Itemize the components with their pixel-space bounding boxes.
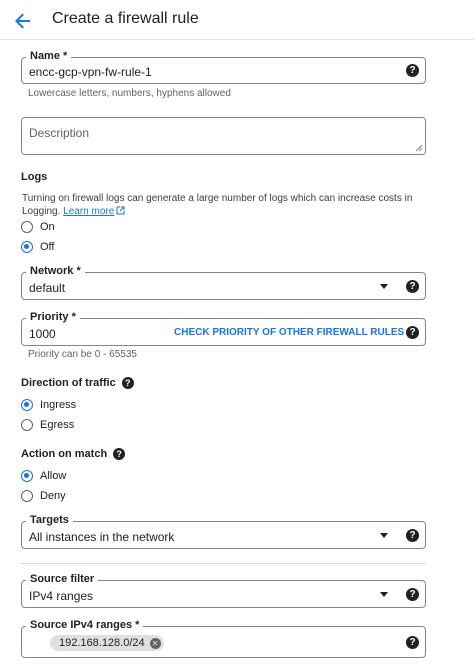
- radio-button-checked[interactable]: [21, 399, 33, 411]
- source-ranges-field[interactable]: Source IPv4 ranges * 192.168.128.0/24 ✕ …: [21, 618, 426, 658]
- name-hint: Lowercase letters, numbers, hyphens allo…: [28, 88, 231, 99]
- check-priority-button[interactable]: CHECK PRIORITY OF OTHER FIREWALL RULES: [174, 327, 404, 338]
- network-select-label: Network *: [26, 264, 85, 278]
- name-field-label: Name *: [26, 49, 72, 63]
- source-filter-label: Source filter: [26, 572, 99, 586]
- dropdown-arrow-icon[interactable]: [380, 592, 388, 597]
- help-circle-icon[interactable]: ?: [121, 377, 134, 390]
- help-circle-icon[interactable]: ?: [406, 588, 419, 601]
- page-title: Create a firewall rule: [52, 10, 199, 27]
- learn-more-link[interactable]: Learn more: [63, 206, 114, 217]
- name-field[interactable]: Name * encc-gcp-vpn-fw-rule-1 ?: [21, 49, 426, 84]
- ingress-radio[interactable]: Ingress: [21, 398, 76, 412]
- help-circle-icon[interactable]: ?: [113, 448, 126, 461]
- logs-heading: Logs: [21, 171, 48, 183]
- egress-label: Egress: [40, 419, 75, 431]
- deny-label: Deny: [40, 490, 66, 502]
- back-button[interactable]: [12, 10, 34, 32]
- logs-on-radio[interactable]: On: [21, 220, 55, 234]
- radio-button[interactable]: [21, 490, 33, 502]
- cancel-icon[interactable]: ✕: [149, 637, 161, 649]
- description-placeholder: Description: [29, 126, 90, 140]
- radio-button-checked[interactable]: [21, 470, 33, 482]
- arrow-back-icon: [15, 13, 30, 29]
- egress-radio[interactable]: Egress: [21, 418, 74, 432]
- radio-button[interactable]: [21, 221, 33, 233]
- name-field-value: encc-gcp-vpn-fw-rule-1: [29, 65, 152, 79]
- help-circle-icon[interactable]: ?: [406, 529, 419, 542]
- source-filter-select[interactable]: Source filter IPv4 ranges ?: [21, 572, 426, 608]
- help-circle-icon[interactable]: ?: [406, 636, 419, 649]
- description-field[interactable]: Description: [21, 117, 426, 155]
- dropdown-arrow-icon[interactable]: [380, 533, 388, 538]
- allow-radio[interactable]: Allow: [21, 469, 66, 483]
- priority-field-label: Priority *: [26, 310, 80, 324]
- source-ranges-label: Source IPv4 ranges *: [26, 618, 144, 632]
- logs-off-label: Off: [40, 241, 55, 253]
- ip-range-chip: 192.168.128.0/24 ✕: [50, 635, 164, 651]
- network-select-value: default: [29, 281, 66, 295]
- divider: [21, 563, 426, 564]
- targets-select-label: Targets: [26, 513, 73, 527]
- network-select[interactable]: Network * default ?: [21, 264, 426, 300]
- logs-on-label: On: [40, 221, 55, 233]
- radio-button[interactable]: [21, 419, 33, 431]
- targets-select[interactable]: Targets All instances in the network ?: [21, 513, 426, 549]
- source-filter-value: IPv4 ranges: [29, 589, 94, 603]
- open-in-new-icon: [116, 206, 125, 215]
- help-circle-icon[interactable]: ?: [406, 64, 419, 77]
- logs-description: Turning on firewall logs can generate a …: [22, 192, 422, 218]
- page-header: Create a firewall rule: [0, 0, 474, 40]
- targets-select-value: All instances in the network: [29, 530, 175, 544]
- priority-hint: Priority can be 0 - 65535: [28, 349, 137, 360]
- action-heading: Action on match?: [21, 448, 126, 461]
- ingress-label: Ingress: [40, 399, 77, 411]
- allow-label: Allow: [40, 470, 67, 482]
- resize-handle-icon[interactable]: [415, 144, 423, 152]
- logs-off-radio[interactable]: Off: [21, 240, 54, 254]
- radio-button-checked[interactable]: [21, 241, 33, 253]
- deny-radio[interactable]: Deny: [21, 489, 66, 503]
- direction-heading-text: Direction of traffic: [21, 377, 116, 389]
- action-heading-text: Action on match: [21, 448, 108, 460]
- ip-range-chip-label: 192.168.128.0/24: [59, 637, 145, 649]
- priority-field[interactable]: Priority * 1000 CHECK PRIORITY OF OTHER …: [21, 310, 426, 346]
- help-circle-icon[interactable]: ?: [406, 326, 419, 339]
- priority-field-value: 1000: [29, 327, 56, 341]
- direction-heading: Direction of traffic?: [21, 377, 134, 390]
- dropdown-arrow-icon[interactable]: [380, 284, 388, 289]
- help-circle-icon[interactable]: ?: [406, 280, 419, 293]
